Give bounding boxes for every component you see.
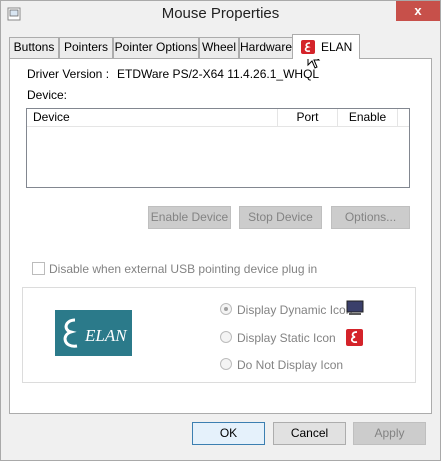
column-device-label: Device bbox=[33, 110, 70, 124]
tab-wheel[interactable]: Wheel bbox=[199, 37, 239, 58]
driver-version-value: ETDWare PS/2-X64 11.4.26.1_WHQL bbox=[117, 67, 320, 81]
elan-logo-text: ELAN bbox=[84, 326, 128, 345]
cancel-button[interactable]: Cancel bbox=[273, 422, 346, 445]
ok-button[interactable]: OK bbox=[192, 422, 265, 445]
tab-pointer-options-label: Pointer Options bbox=[114, 40, 198, 54]
tab-elan[interactable]: ELAN bbox=[292, 34, 360, 59]
options-button[interactable]: Options... bbox=[331, 206, 410, 229]
tab-elan-label: ELAN bbox=[321, 40, 353, 54]
column-device[interactable]: Device bbox=[27, 109, 278, 127]
tab-pointers[interactable]: Pointers bbox=[59, 37, 113, 58]
radio-do-not-display-icon[interactable] bbox=[220, 358, 232, 370]
device-list[interactable]: Device Port Enable bbox=[26, 108, 410, 188]
column-port-label: Port bbox=[296, 110, 319, 124]
device-list-header: Device Port Enable bbox=[27, 109, 409, 127]
elan-tab-icon bbox=[301, 40, 315, 54]
tab-hardware-label: Hardware bbox=[240, 40, 293, 54]
mouse-properties-window: Mouse Properties x Buttons Pointers Poin… bbox=[0, 0, 441, 461]
title-bar[interactable]: Mouse Properties x bbox=[1, 1, 440, 27]
radio-display-dynamic-icon[interactable] bbox=[220, 303, 232, 315]
tab-pointers-label: Pointers bbox=[63, 40, 109, 54]
do-not-display-icon-label: Do Not Display Icon bbox=[237, 358, 344, 372]
column-enable[interactable]: Enable bbox=[338, 109, 398, 127]
disable-usb-label: Disable when external USB pointing devic… bbox=[49, 262, 318, 276]
column-enable-label: Enable bbox=[348, 110, 387, 124]
monitor-icon bbox=[346, 300, 364, 315]
tab-buttons[interactable]: Buttons bbox=[9, 37, 59, 58]
disable-usb-checkbox[interactable] bbox=[32, 262, 45, 275]
tab-hardware[interactable]: Hardware bbox=[239, 37, 293, 58]
tab-buttons-label: Buttons bbox=[13, 40, 55, 54]
display-dynamic-icon-label: Display Dynamic Icon bbox=[237, 303, 353, 317]
elan-static-icon bbox=[346, 329, 363, 346]
enable-device-button[interactable]: Enable Device bbox=[148, 206, 231, 229]
stop-device-button[interactable]: Stop Device bbox=[239, 206, 322, 229]
driver-version-label: Driver Version : bbox=[27, 67, 110, 81]
apply-button[interactable]: Apply bbox=[353, 422, 426, 445]
tab-pointer-options[interactable]: Pointer Options bbox=[113, 37, 199, 58]
close-icon: x bbox=[414, 3, 422, 18]
column-port[interactable]: Port bbox=[278, 109, 338, 127]
tab-wheel-label: Wheel bbox=[201, 40, 236, 54]
radio-selected-dot bbox=[224, 307, 228, 311]
close-button[interactable]: x bbox=[396, 1, 440, 21]
device-label: Device: bbox=[27, 88, 68, 102]
elan-logo: ELAN bbox=[55, 310, 132, 356]
display-static-icon-label: Display Static Icon bbox=[237, 331, 336, 345]
radio-display-static-icon[interactable] bbox=[220, 331, 232, 343]
window-title: Mouse Properties bbox=[161, 5, 280, 22]
